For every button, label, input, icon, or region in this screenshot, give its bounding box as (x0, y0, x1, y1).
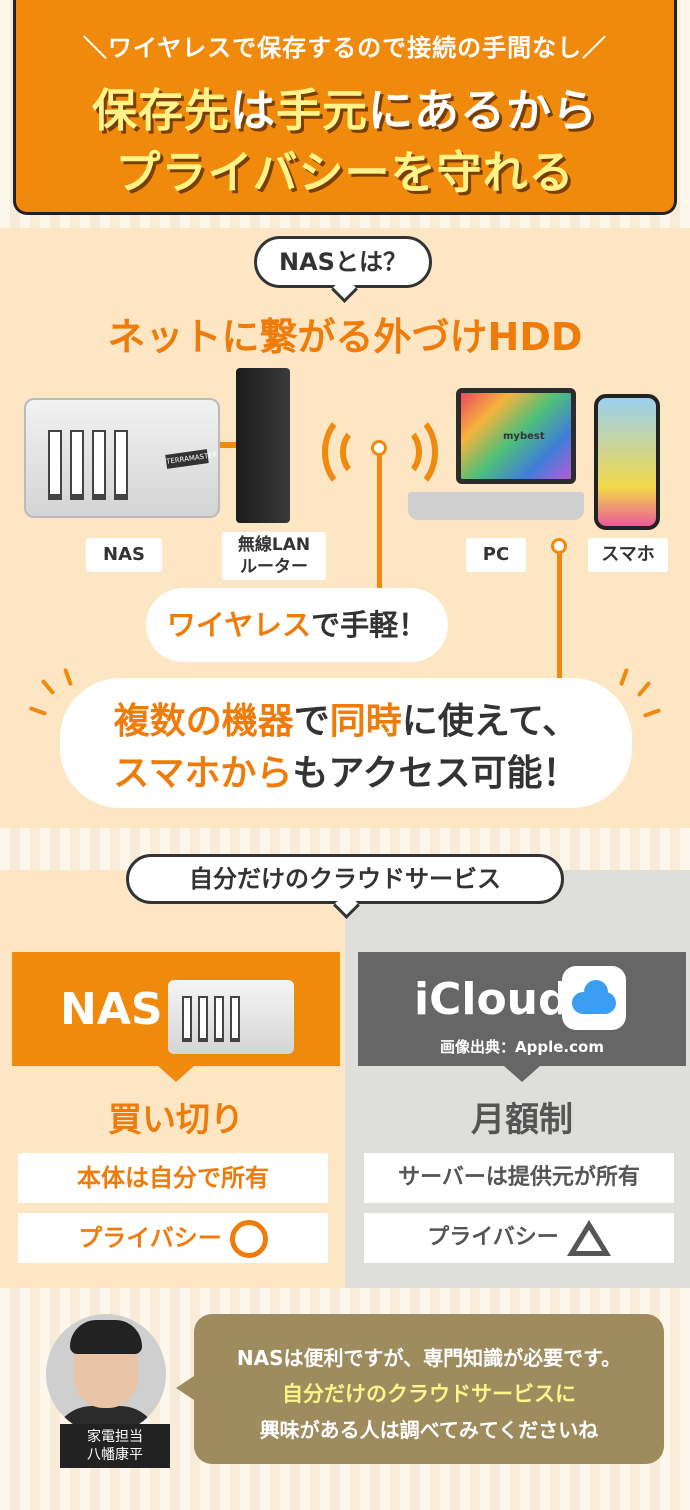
header-title-part: 保存先 (91, 84, 230, 137)
cable (377, 452, 382, 590)
drive-bay (182, 996, 192, 1042)
laptop-screen-image: mybest (456, 388, 576, 484)
drive-bay (230, 996, 240, 1042)
wifi-wave-icon (382, 426, 422, 478)
callout-part: 同時 (329, 701, 402, 742)
nas-brand-plate: TERRAMASTER (165, 449, 218, 469)
icloud-card-header: iCloud 画像出典：Apple.com (358, 952, 686, 1082)
callout-wireless: ワイヤレスで手軽！ (152, 594, 442, 656)
label-router-line: 無線LAN (237, 535, 311, 555)
router-image (236, 368, 290, 523)
header-title-part: にあるから (368, 84, 599, 137)
drive-bay (48, 430, 62, 500)
callout-part: アクセス可能！ (328, 753, 579, 794)
callout-line1: 複数の機器で同時に使えて、 (60, 692, 632, 744)
icloud-feature-privacy: プライバシー (364, 1213, 674, 1263)
header-subtitle: ＼ワイヤレスで保存するので接続の手間なし／ (82, 34, 608, 62)
callout-part: に使えて、 (401, 701, 579, 742)
callout-part: ワイヤレス (166, 608, 312, 642)
sparkle-icon (40, 678, 56, 696)
label-smartphone: スマホ (588, 538, 668, 572)
label-nas: NAS (86, 538, 162, 572)
nas-price-model: 買い切り (108, 1100, 244, 1140)
nas-intro-title: ネットに繋がる外づけHDD (107, 315, 583, 359)
comment-bubble: NASは便利ですが、専門知識が必要です。 自分だけのクラウドサービスに 興味があ… (176, 1314, 664, 1464)
author-role: 家電担当 (87, 1429, 143, 1445)
icloud-price-model: 月額制 (471, 1100, 573, 1140)
smartphone-image (594, 394, 660, 530)
comment-line-highlight: 自分だけのクラウドサービスに (282, 1382, 576, 1406)
callout-part: スマホから (113, 753, 293, 794)
icloud-card-title: iCloud (414, 974, 570, 1025)
sparkle-icon (28, 706, 48, 716)
label-router: 無線LAN ルーター (222, 532, 326, 580)
header-banner: ＼ワイヤレスで保存するので接続の手間なし／ 保存先は手元にあるから プライバシー… (13, 0, 677, 215)
nas-question-bubble: NASとは？ (254, 236, 432, 288)
feature-label: プライバシー (78, 1224, 222, 1252)
connection-dot (371, 440, 387, 456)
nas-feature-privacy: プライバシー (18, 1213, 328, 1263)
circle-icon (229, 1220, 268, 1258)
drive-bay (114, 430, 128, 500)
cable (557, 550, 562, 684)
drive-bay (70, 430, 84, 500)
card-arrow (504, 1066, 540, 1082)
sparkle-icon (642, 708, 662, 718)
nas-card-title: NAS (60, 984, 163, 1035)
nas-device-image (168, 980, 294, 1054)
image-credit: 画像出典：Apple.com (440, 1038, 604, 1056)
author-name-plate: 家電担当 八幡康平 (60, 1424, 170, 1468)
comment-line: NASは便利ですが、専門知識が必要です。 (236, 1346, 622, 1370)
callout-part: で (293, 701, 330, 742)
comparison-section: 自分だけのクラウドサービス NAS iCloud 画像出典：Apple.com … (0, 854, 690, 1288)
nas-device-image: TERRAMASTER (24, 398, 220, 518)
sparkle-icon (63, 667, 73, 687)
drive-bay (92, 430, 106, 500)
nas-card-header: NAS (12, 952, 340, 1082)
callout-part: で手軽！ (311, 608, 428, 642)
cloud-service-bubble: 自分だけのクラウドサービス (126, 854, 564, 904)
header-title-line2: プライバシーを守れる (115, 146, 575, 199)
laptop-base-image (408, 492, 584, 520)
drive-bay (198, 996, 208, 1042)
author-name: 八幡康平 (87, 1447, 143, 1463)
icloud-feature-ownership: サーバーは提供元が所有 (364, 1153, 674, 1203)
cable (218, 442, 238, 448)
header-title-line1: 保存先は手元にあるから (16, 74, 674, 139)
callout-line2: スマホからもアクセス可能！ (60, 744, 632, 796)
nas-feature-ownership: 本体は自分で所有 (18, 1153, 328, 1203)
header-title-part: 手元 (276, 84, 369, 137)
drive-bay (214, 996, 224, 1042)
callout-multi-device: 複数の機器で同時に使えて、 スマホからもアクセス可能！ (60, 678, 632, 808)
triangle-icon (566, 1220, 611, 1256)
sparkle-icon (636, 680, 652, 698)
label-router-line: ルーター (240, 557, 308, 577)
card-arrow (158, 1066, 194, 1082)
feature-label: プライバシー (427, 1225, 559, 1250)
header-title-part: は (229, 84, 276, 137)
nas-intro-section: NASとは？ ネットに繋がる外づけHDD TERRAMASTER mybest … (0, 228, 690, 828)
laptop-brand-text: mybest (503, 431, 545, 442)
sparkle-icon (619, 667, 629, 687)
callout-part: も (292, 753, 329, 794)
comment-line: 興味がある人は調べてみてくださいね (259, 1418, 599, 1442)
avatar (46, 1314, 166, 1434)
connection-dot (551, 538, 567, 554)
label-pc: PC (466, 538, 526, 572)
icloud-icon (562, 966, 626, 1030)
callout-part: 複数の機器 (113, 701, 294, 742)
